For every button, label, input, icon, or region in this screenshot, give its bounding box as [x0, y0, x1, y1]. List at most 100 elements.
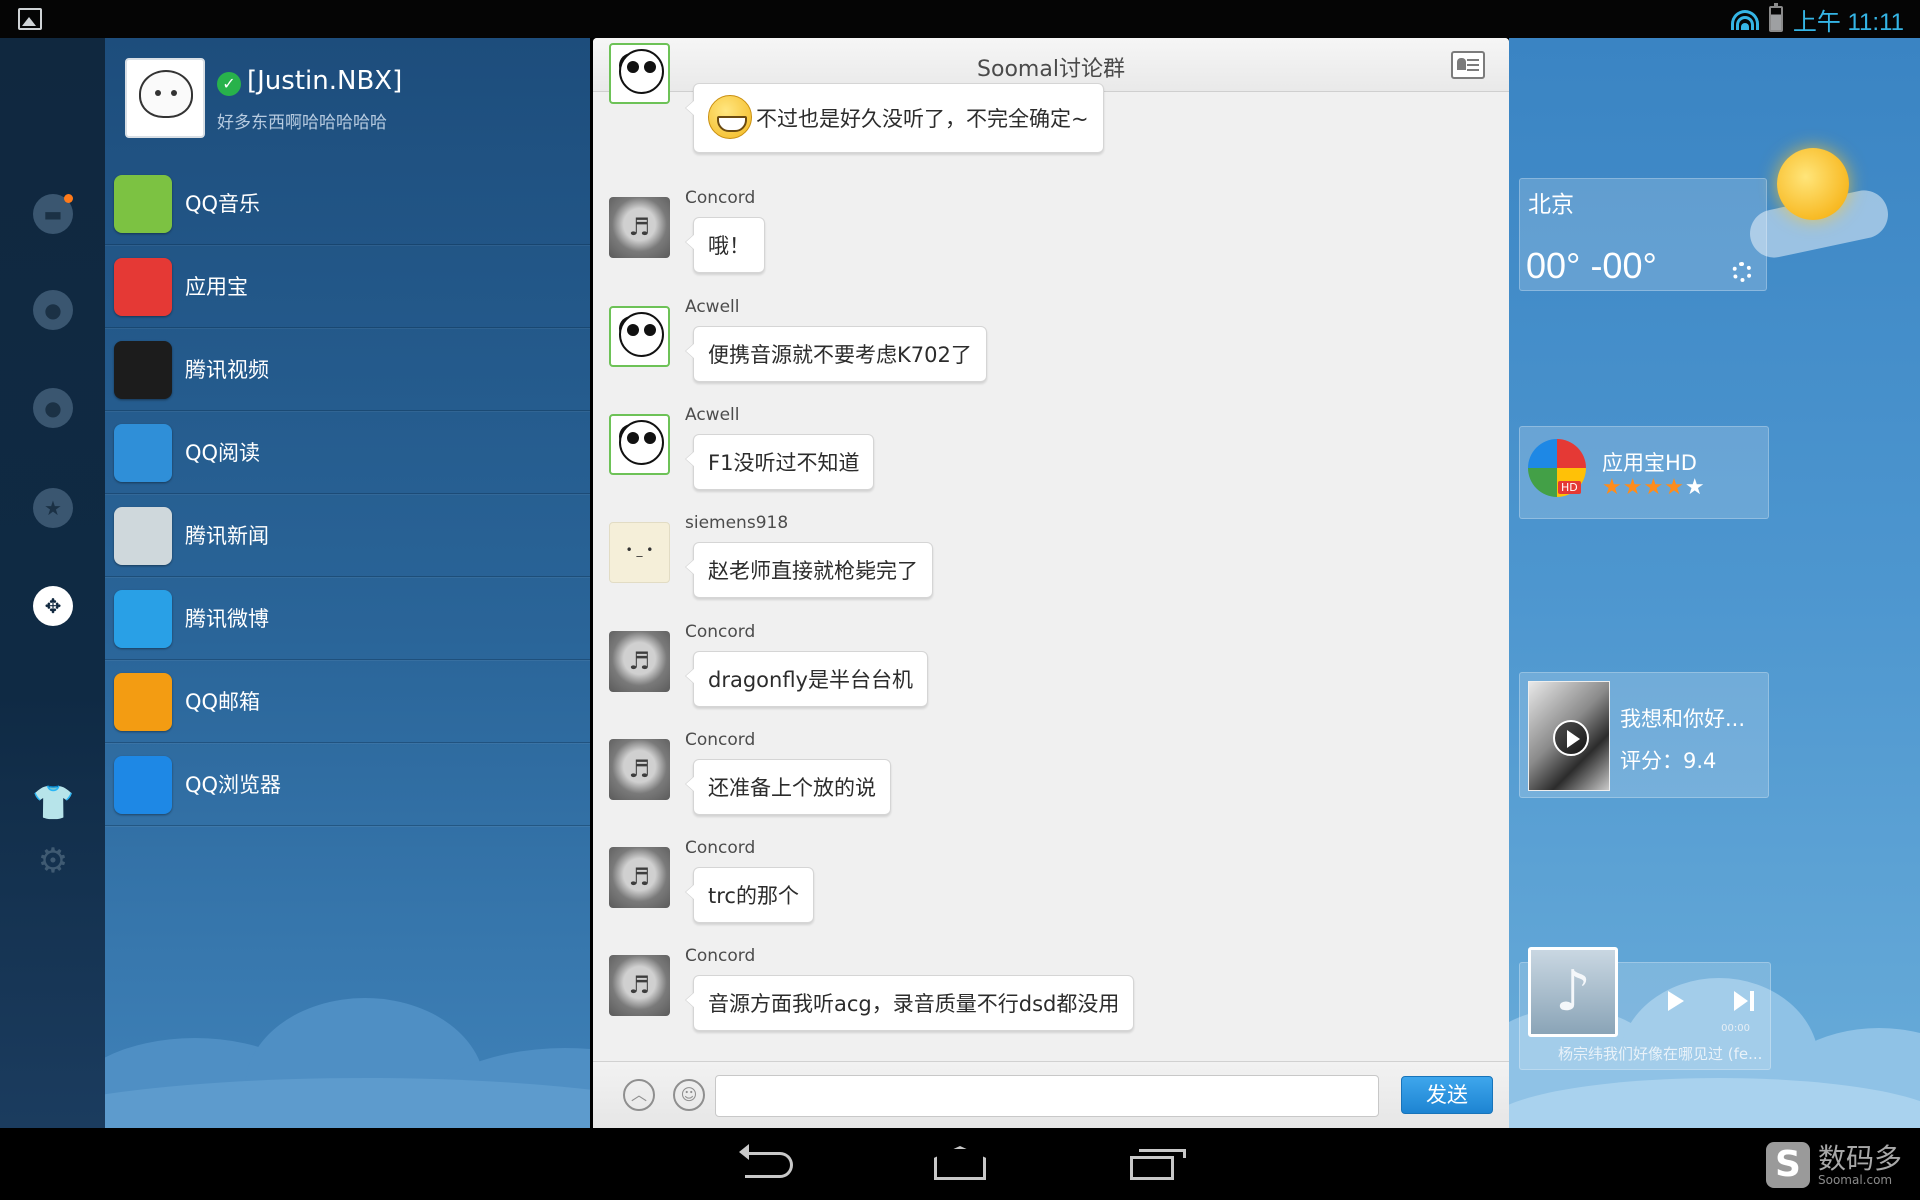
- music-widget: ♪ 00:00 杨宗纬我们好像在哪见过 (fe...: [1519, 947, 1771, 1070]
- user-avatar[interactable]: [125, 58, 205, 138]
- video-widget[interactable]: 我想和你好... 评分：9.4: [1519, 672, 1769, 798]
- sender-name: Acwell: [685, 297, 740, 317]
- user-signature: 好多东西啊哈哈哈哈哈: [217, 113, 387, 133]
- message-text: F1没听过不知道: [708, 451, 860, 475]
- sender-name: Concord: [685, 946, 756, 966]
- online-status-icon: ✓: [217, 72, 241, 96]
- app-label: QQ阅读: [185, 441, 261, 465]
- watermark: S 数码多 Soomal.com: [1765, 1138, 1902, 1192]
- app-label: 腾讯视频: [185, 358, 269, 382]
- qq-browser-icon: [114, 756, 172, 814]
- weather-temperature: 00° -00°: [1526, 245, 1657, 286]
- app-item[interactable]: 腾讯视频: [105, 328, 590, 411]
- settings-gear-icon[interactable]: ⚙: [32, 840, 74, 882]
- user-nickname: [Justin.NBX]: [247, 66, 403, 96]
- watermark-site: Soomal.com: [1817, 1173, 1893, 1187]
- contact-icon[interactable]: ●: [33, 290, 73, 330]
- recent-apps-icon[interactable]: [1130, 1149, 1186, 1180]
- messages-icon[interactable]: ▬: [33, 194, 73, 234]
- apps-icon[interactable]: ✥: [33, 586, 73, 626]
- sender-avatar[interactable]: [609, 197, 670, 258]
- expand-toolbar-icon[interactable]: ︿: [623, 1079, 655, 1111]
- app-item[interactable]: 应用宝: [105, 245, 590, 328]
- music-time: 00:00: [1721, 1023, 1750, 1034]
- app-list: QQ音乐应用宝腾讯视频 QQ阅读腾讯新闻腾讯微博 QQ邮箱 QQ浏览器: [105, 162, 590, 826]
- app-item[interactable]: 腾讯微博: [105, 577, 590, 660]
- nav-rail: ▬ ● ● ★ ✥ 👕 ⚙: [0, 38, 105, 1128]
- message-text: 赵老师直接就枪毙完了: [708, 559, 918, 583]
- app-label: 腾讯新闻: [185, 524, 269, 548]
- weather-city: 北京: [1528, 192, 1574, 218]
- watermark-title: 数码多: [1817, 1142, 1902, 1175]
- sender-name: Concord: [685, 188, 756, 208]
- message-bubble[interactable]: trc的那个: [685, 867, 814, 923]
- message-bubble[interactable]: 哦！: [685, 217, 765, 273]
- sender-avatar[interactable]: [609, 522, 670, 583]
- app-item[interactable]: QQ邮箱: [105, 660, 590, 743]
- message-text: trc的那个: [708, 884, 799, 908]
- qq-mail-icon: [114, 673, 172, 731]
- app-recommend-widget[interactable]: HD 应用宝HD ★★★★★: [1519, 426, 1769, 519]
- music-play-icon[interactable]: [1668, 991, 1684, 1011]
- message-bubble[interactable]: 不过也是好久没听了，不完全确定~: [685, 83, 1104, 153]
- tencent-weibo-icon: [114, 590, 172, 648]
- sender-avatar[interactable]: [609, 306, 670, 367]
- input-bar: ︿ ☺ 发送: [593, 1061, 1509, 1128]
- group-info-icon[interactable]: [1451, 51, 1485, 79]
- music-song-title: 杨宗纬我们好像在哪见过 (fe...: [1558, 1045, 1763, 1063]
- gallery-notification-icon: [18, 8, 42, 30]
- play-icon[interactable]: [1553, 720, 1589, 756]
- send-button[interactable]: 发送: [1401, 1076, 1493, 1114]
- video-score: 评分：9.4: [1620, 749, 1717, 773]
- message-text: 哦！: [708, 234, 750, 258]
- sender-avatar[interactable]: [609, 739, 670, 800]
- app-label: QQ音乐: [185, 192, 261, 216]
- wifi-icon: [1730, 8, 1759, 30]
- sun-icon: [1777, 148, 1849, 220]
- user-profile[interactable]: ✓ [Justin.NBX] 好多东西啊哈哈哈哈哈: [115, 58, 575, 138]
- clouds-decoration: [105, 928, 590, 1128]
- sender-avatar[interactable]: [609, 847, 670, 908]
- back-icon[interactable]: [739, 1144, 793, 1178]
- message-bubble[interactable]: 还准备上个放的说: [685, 759, 891, 815]
- app-widget-name: 应用宝HD: [1602, 451, 1697, 475]
- qq-reader-icon: [114, 424, 172, 482]
- theme-shirt-icon[interactable]: 👕: [32, 782, 74, 824]
- message-bubble[interactable]: 赵老师直接就枪毙完了: [685, 542, 933, 598]
- sender-avatar[interactable]: [609, 955, 670, 1016]
- desktop-widgets: 北京 00° -00° HD 应用宝HD ★★★★★ 我想和你好... 评分：9…: [1509, 38, 1920, 1128]
- weather-settings-icon[interactable]: [1732, 262, 1752, 282]
- sender-name: Acwell: [685, 405, 740, 425]
- grin-emoji-icon: [708, 95, 752, 139]
- message-list[interactable]: 不过也是好久没听了，不完全确定~ Concord 哦！ Acwell 便携音源就不要考虑…: [593, 43, 1509, 1098]
- chat-window: Soomal讨论群 不过也是好久没听了，不完全确定~ Concord 哦！ Acwel…: [593, 38, 1509, 1128]
- app-label: 腾讯微博: [185, 607, 269, 631]
- video-poster: [1528, 681, 1610, 791]
- message-text: 还准备上个放的说: [708, 776, 876, 800]
- emoji-icon[interactable]: ☺: [673, 1079, 705, 1111]
- music-next-icon[interactable]: [1734, 991, 1756, 1011]
- qq-music-icon: [114, 175, 172, 233]
- message-bubble[interactable]: 音源方面我听acg，录音质量不行dsd都没用: [684, 975, 1135, 1031]
- app-label: 应用宝: [185, 275, 248, 299]
- group-icon[interactable]: ●: [33, 388, 73, 428]
- message-bubble[interactable]: F1没听过不知道: [684, 434, 875, 490]
- chat-title: Soomal讨论群: [977, 57, 1125, 82]
- message-bubble[interactable]: 便携音源就不要考虑K702了: [685, 326, 987, 382]
- app-item[interactable]: 腾讯新闻: [105, 494, 590, 577]
- message-text: 便携音源就不要考虑K702了: [708, 343, 972, 367]
- weather-widget[interactable]: 北京 00° -00°: [1519, 178, 1767, 291]
- unread-badge: [64, 194, 73, 203]
- favorites-icon[interactable]: ★: [33, 488, 73, 528]
- app-item[interactable]: QQ音乐: [105, 162, 590, 245]
- sender-avatar[interactable]: [609, 43, 670, 104]
- message-bubble[interactable]: dragonfly是半台台机: [685, 651, 928, 707]
- home-icon[interactable]: [934, 1146, 986, 1180]
- app-item[interactable]: QQ浏览器: [105, 743, 590, 826]
- sender-avatar[interactable]: [609, 414, 670, 475]
- message-input[interactable]: [715, 1075, 1379, 1117]
- apps-panel: ✓ [Justin.NBX] 好多东西啊哈哈哈哈哈 QQ音乐应用宝腾讯视频 QQ阅…: [105, 38, 590, 1128]
- message-text: 音源方面我听acg，录音质量不行dsd都没用: [708, 992, 1120, 1016]
- sender-avatar[interactable]: [609, 631, 670, 692]
- app-item[interactable]: QQ阅读: [105, 411, 590, 494]
